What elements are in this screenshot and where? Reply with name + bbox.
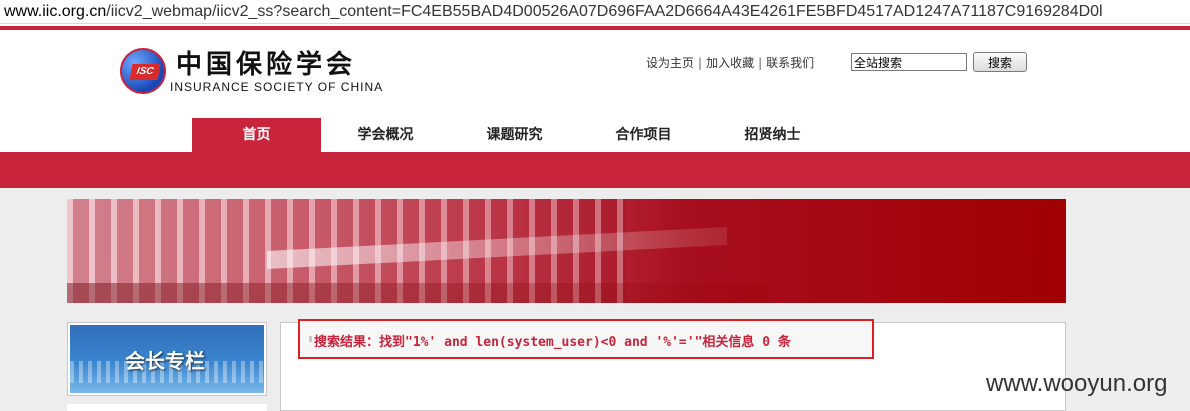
top-red-line [0, 26, 1190, 30]
logo-english-name: INSURANCE SOCIETY OF CHINA [170, 80, 384, 94]
nav-item-research[interactable]: 课题研究 [450, 118, 579, 152]
site-logo[interactable]: ISC 中国保险学会 INSURANCE SOCIETY OF CHINA [120, 44, 410, 98]
search-result-highlight: 搜索结果：找到"1%' and len(system_user)<0 and '… [298, 319, 874, 359]
browser-url-bar[interactable]: www.iic.org.cn/iicv2_webmap/iicv2_ss?sea… [0, 0, 1190, 24]
nav-item-about[interactable]: 学会概况 [321, 118, 450, 152]
top-links: 设为主页 | 加入收藏 | 联系我们 [646, 54, 814, 71]
set-homepage-link[interactable]: 设为主页 [646, 56, 694, 70]
logo-chinese-name: 中国保险学会 [176, 50, 357, 80]
link-separator: | [758, 56, 763, 70]
search-result-text: 搜索结果：找到"1%' and len(system_user)<0 and '… [314, 335, 791, 350]
building-banner-image [67, 199, 1066, 303]
president-column-panel[interactable]: 会长专栏 [67, 322, 267, 396]
add-favorite-link[interactable]: 加入收藏 [706, 56, 754, 70]
result-bullet [309, 336, 312, 342]
url-domain: www.iic.org.cn [4, 2, 107, 20]
nav-item-home[interactable]: 首页 [192, 118, 321, 152]
president-column-title: 会长专栏 [125, 349, 205, 373]
president-column-banner[interactable]: 会长专栏 [70, 325, 264, 393]
url-path: /iicv2_webmap/iicv2_ss?search_content=FC… [106, 2, 1103, 20]
nav-item-recruitment[interactable]: 招贤纳士 [708, 118, 837, 152]
nav-red-bar [0, 152, 1190, 188]
isc-logo-badge: ISC [129, 64, 161, 80]
nav-item-cooperation[interactable]: 合作项目 [579, 118, 708, 152]
link-separator: | [698, 56, 703, 70]
search-button[interactable]: 搜索 [973, 52, 1027, 72]
contact-us-link[interactable]: 联系我们 [766, 56, 814, 70]
site-search-input[interactable] [851, 53, 967, 71]
sidebar-bottom [67, 404, 267, 411]
isc-logo-icon: ISC [120, 48, 166, 94]
main-nav: 首页 学会概况 课题研究 合作项目 招贤纳士 [192, 118, 837, 152]
wooyun-watermark: www.wooyun.org [986, 370, 1168, 397]
url-text[interactable]: www.iic.org.cn/iicv2_webmap/iicv2_ss?sea… [0, 3, 1103, 21]
